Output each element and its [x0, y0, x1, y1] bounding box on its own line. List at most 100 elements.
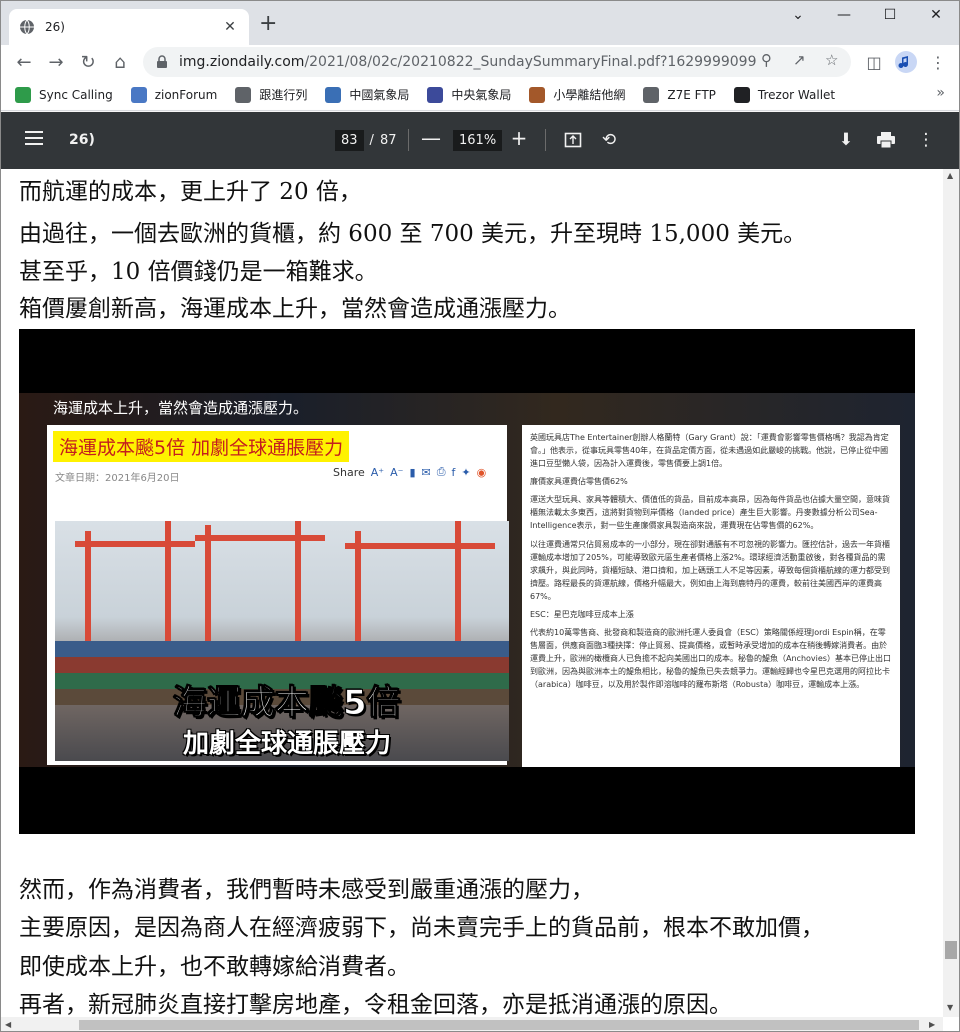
- bookmark-item[interactable]: 跟進行列: [235, 86, 307, 103]
- tab-title: 26): [45, 20, 65, 34]
- home-icon[interactable]: ⌂: [107, 49, 133, 75]
- new-tab-button[interactable]: +: [259, 13, 277, 35]
- page-separator: /: [369, 133, 374, 148]
- bookmark-label: Sync Calling: [39, 87, 113, 102]
- share-label: Share: [333, 465, 365, 479]
- bookmark-label: zionForum: [154, 87, 218, 102]
- text-line: 由過往，一個去歐洲的貨櫃，約 600 至 700 美元，升至現時 15,000 …: [19, 221, 807, 247]
- pdf-more-icon[interactable]: ⋮: [914, 128, 938, 152]
- mail-icon: ✉: [421, 465, 431, 479]
- bookmark-item[interactable]: 小學離結他網: [529, 86, 625, 103]
- bookmark-favicon-icon: [325, 86, 342, 103]
- bookmark-label: Z7E FTP: [667, 87, 716, 102]
- article-text-panel: 英國玩具店The Entertainer創辦人格蘭特（Gary Grant）說：…: [522, 425, 900, 767]
- print-icon[interactable]: [874, 128, 898, 152]
- panel-subheading: ESC：星巴克咖啡豆成本上漲: [530, 610, 634, 619]
- fit-page-icon[interactable]: [561, 128, 585, 152]
- divider: [545, 129, 546, 151]
- article-title: 海運成本飈5倍 加劇全球通脹壓力: [53, 431, 350, 462]
- pdf-document-title: 26): [69, 132, 95, 148]
- scroll-up-icon[interactable]: ▲: [947, 171, 953, 180]
- lock-icon: [157, 55, 167, 68]
- font-smaller-icon: A⁻: [390, 465, 404, 479]
- print-icon: ⎙: [436, 465, 446, 478]
- twitter-icon: ✦: [461, 465, 471, 479]
- font-larger-icon: A⁺: [370, 465, 385, 479]
- pdf-page: 而航運的成本，更上升了 20 倍， 由過往，一個去歐洲的貨櫃，約 600 至 7…: [1, 169, 943, 1017]
- share-icon[interactable]: ↗: [793, 51, 806, 69]
- bookmark-star-icon[interactable]: ☆: [825, 51, 838, 69]
- bookmark-favicon-icon: [529, 86, 546, 103]
- bookmark-item[interactable]: 中央氣象局: [427, 86, 511, 103]
- zoom-in-button[interactable]: +: [507, 126, 531, 150]
- bookmark-favicon-icon: [427, 86, 444, 103]
- tab-list-button[interactable]: ⌄: [775, 7, 821, 23]
- maximize-button[interactable]: ☐: [867, 7, 913, 23]
- page-indicator: 83 / 87: [335, 130, 396, 151]
- browser-toolbar: ← → ↻ ⌂ img.ziondaily.com/2021/08/02c/20…: [1, 45, 959, 79]
- bookmarks-bar: Sync Calling zionForum 跟進行列 中國氣象局 中央氣象局 小學離結他…: [1, 79, 959, 111]
- total-pages: 87: [379, 133, 397, 148]
- zoom-out-button[interactable]: —: [419, 126, 443, 150]
- close-window-button[interactable]: ✕: [913, 7, 959, 23]
- side-panel-icon[interactable]: ◫: [861, 49, 887, 75]
- rotate-icon[interactable]: ⟲: [597, 128, 621, 152]
- url-text: img.ziondaily.com/2021/08/02c/20210822_S…: [179, 54, 756, 70]
- bookmark-item[interactable]: Z7E FTP: [643, 86, 716, 103]
- bookmark-item[interactable]: Sync Calling: [15, 86, 113, 103]
- address-bar[interactable]: img.ziondaily.com/2021/08/02c/20210822_S…: [143, 47, 851, 77]
- url-path: /2021/08/02c/20210822_SundaySummaryFinal…: [304, 54, 757, 70]
- tab-strip: 26) ✕ + ⌄ — ☐ ✕: [1, 1, 959, 45]
- forward-icon[interactable]: →: [43, 49, 69, 75]
- bookmarks-overflow-button[interactable]: »: [936, 85, 945, 101]
- video-caption: 海運成本上升，當然會造成通漲壓力。: [53, 399, 309, 417]
- back-icon[interactable]: ←: [11, 49, 37, 75]
- bookmark-favicon-icon: [643, 86, 660, 103]
- panel-paragraph: 英國玩具店The Entertainer創辦人格蘭特（Gary Grant）說：…: [530, 433, 889, 468]
- browser-window: 26) ✕ + ⌄ — ☐ ✕ ← → ↻ ⌂ img.ziondaily.co…: [0, 0, 960, 1032]
- bookmark-favicon-icon: [733, 86, 750, 103]
- scroll-right-icon[interactable]: ▶: [929, 1020, 935, 1029]
- tab-close-button[interactable]: ✕: [221, 19, 239, 35]
- horizontal-scroll-thumb[interactable]: [79, 1020, 919, 1030]
- text-line: 即使成本上升，也不敢轉嫁給消費者。: [19, 954, 410, 980]
- current-page-input[interactable]: 83: [335, 130, 364, 151]
- bookmark-label: 中國氣象局: [349, 88, 410, 102]
- bookmark-label: Trezor Wallet: [757, 87, 836, 102]
- vertical-scrollbar[interactable]: ▲ ▼: [943, 169, 959, 1017]
- text-line: 甚至乎，10 倍價錢仍是一箱難求。: [19, 259, 378, 285]
- text-line: 主要原因，是因為商人在經濟疲弱下，尚未賣完手上的貨品前，根本不敢加價，: [19, 915, 824, 941]
- bookmark-icon: ▮: [409, 465, 416, 479]
- headline-line1: 海運成本飈5倍: [173, 683, 402, 724]
- scroll-down-icon[interactable]: ▼: [947, 1003, 953, 1012]
- download-icon[interactable]: ⬇: [834, 128, 858, 152]
- pdf-toolbar: 26) 83 / 87 — 161% + ⟲ ⬇ ⋮: [1, 112, 959, 169]
- text-line: 箱價屢創新高，海運成本上升，當然會造成通漲壓力。: [19, 296, 571, 322]
- horizontal-scrollbar[interactable]: ◀ ▶: [1, 1017, 943, 1031]
- vertical-scroll-thumb[interactable]: [945, 941, 957, 959]
- share-bar: Share A⁺ A⁻ ▮ ✉ ⎙ f ✦ ◉: [333, 465, 486, 479]
- panel-paragraph: 以往運費通常只佔貿易成本的一小部分，現在卻對通脹有不可忽視的影響力。匯控估計，過…: [530, 540, 890, 601]
- zoom-icon[interactable]: ⚲: [761, 51, 772, 69]
- bookmark-item[interactable]: Trezor Wallet: [733, 86, 836, 103]
- tab-active[interactable]: 26) ✕: [9, 9, 249, 45]
- bookmark-favicon-icon: [15, 86, 31, 103]
- bookmark-label: 跟進行列: [259, 88, 308, 102]
- reload-icon[interactable]: ↻: [75, 49, 101, 75]
- zoom-level-input[interactable]: 161%: [453, 130, 503, 151]
- bookmark-favicon-icon: [235, 86, 252, 103]
- embedded-video-frame: 海運成本上升，當然會造成通漲壓力。 海運成本飈5倍 加劇全球通脹壓力 文章日期：…: [19, 329, 915, 834]
- more-menu-icon[interactable]: ⋮: [925, 49, 951, 75]
- text-line: 而航運的成本，更上升了 20 倍，: [19, 179, 362, 205]
- minimize-button[interactable]: —: [821, 7, 867, 23]
- facebook-icon: f: [451, 465, 456, 479]
- profile-avatar[interactable]: [893, 49, 919, 75]
- bookmark-item[interactable]: 中國氣象局: [325, 86, 409, 103]
- bookmark-label: 小學離結他網: [553, 88, 626, 102]
- text-line: 然而，作為消費者，我們暫時未感受到嚴重通漲的壓力，: [19, 877, 594, 903]
- scroll-left-icon[interactable]: ◀: [5, 1020, 11, 1029]
- panel-subheading: 廉價家具運費佔零售價62%: [530, 477, 628, 486]
- hamburger-menu-icon[interactable]: [25, 131, 43, 145]
- headline-line2: 加劇全球通脹壓力: [183, 729, 392, 759]
- bookmark-item[interactable]: zionForum: [130, 86, 218, 103]
